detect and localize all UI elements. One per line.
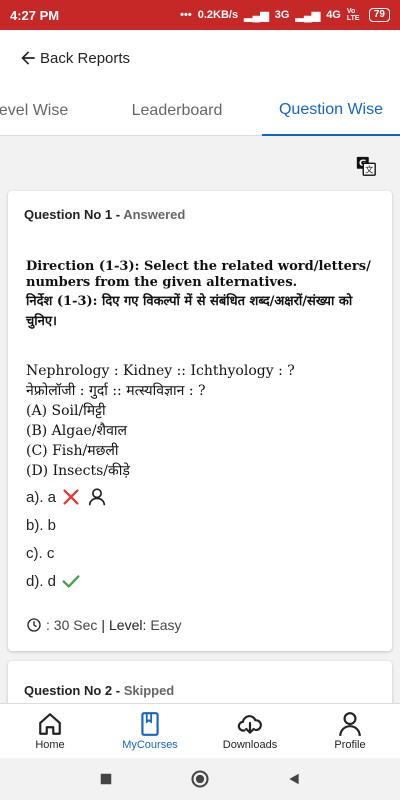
nav-mycourses-label: MyCourses (122, 739, 178, 751)
triangle-back-icon (289, 773, 299, 785)
report-tabs: Level Wise Leaderboard Question Wise (0, 86, 400, 136)
question-title: Question No 2 (24, 683, 113, 698)
question-card: Question No 2 - Skipped (8, 661, 392, 703)
question-separator: - (112, 207, 124, 222)
questions-list[interactable]: G 文 Question No 1 - Answered Direction (… (0, 137, 400, 703)
back-nav-button[interactable] (282, 767, 306, 791)
nav-home[interactable]: Home (0, 704, 100, 758)
question-english: Nephrology : Kidney :: Ichthyology : ? (26, 363, 295, 379)
nav-home-label: Home (35, 739, 65, 751)
time-value: : 30 Sec (46, 617, 98, 633)
signal-icon: ▂▄▆ (244, 9, 269, 22)
question-header: Question No 1 - Answered (24, 207, 185, 222)
network-3g: 3G (274, 9, 290, 21)
bottom-navigation: Home MyCourses Downloads Profile (0, 703, 400, 758)
answer-options: a). a b). b c). c d). d (26, 483, 366, 595)
user-icon (88, 488, 106, 506)
option-c[interactable]: c). c (26, 539, 366, 567)
nav-downloads-label: Downloads (222, 739, 278, 751)
direction-english: Direction (1-3): Select the related word… (26, 259, 371, 290)
meta-divider: | (101, 617, 106, 633)
svg-text:文: 文 (365, 164, 373, 174)
question-separator: - (112, 683, 124, 698)
net-speed: 0.2KB/s (197, 9, 239, 21)
option-b[interactable]: b). b (26, 511, 366, 539)
translate-icon[interactable]: G 文 (355, 155, 377, 177)
back-button[interactable]: Back Reports (18, 48, 130, 68)
home-icon (39, 713, 61, 735)
back-label: Back Reports (40, 49, 131, 67)
system-navigation (0, 758, 400, 800)
option-d-label: d). d (26, 572, 57, 590)
tab-leaderboard[interactable]: Leaderboard (117, 86, 237, 136)
book-icon (141, 712, 159, 736)
tab-question-wise[interactable]: Question Wise (262, 86, 400, 136)
option-a[interactable]: a). a (26, 483, 366, 511)
option-d[interactable]: d). d (26, 567, 366, 595)
volte-label: Vo LTE (346, 8, 360, 22)
clock-icon (27, 618, 41, 632)
direction-hindi: निर्देश (1-3): दिए गए विकल्पों में से सं… (26, 294, 353, 329)
status-time: 4:27 PM (10, 7, 60, 23)
question-text: Nephrology : Kidney :: Ichthyology : ? न… (26, 361, 295, 481)
question-title: Question No 1 (24, 207, 113, 222)
choice-b: (B) Algae/शैवाल (26, 423, 127, 439)
nav-downloads[interactable]: Downloads (200, 704, 300, 758)
circle-icon (191, 770, 209, 788)
status-bar: 4:27 PM ••• 0.2KB/s ▂▄▆ 3G ▂▄▆ 4G Vo LTE… (0, 0, 400, 30)
option-b-label: b). b (26, 516, 57, 534)
check-icon (62, 575, 80, 588)
square-icon (100, 773, 112, 785)
level-label: Level: (109, 617, 147, 633)
question-status: Answered (123, 207, 186, 222)
level-value: Easy (150, 617, 182, 633)
wrong-cross-icon (63, 489, 79, 505)
battery-icon: 79 (368, 8, 390, 22)
profile-icon (339, 712, 361, 737)
question-hindi: नेफ्रोलॉजी : गुर्दा :: मत्स्यविज्ञान : ? (26, 383, 206, 399)
question-header: Question No 2 - Skipped (24, 683, 174, 698)
option-c-label: c). c (26, 544, 55, 562)
option-a-label: a). a (26, 488, 57, 506)
network-4g: 4G (326, 9, 341, 21)
choice-c: (C) Fish/मछली (26, 443, 119, 459)
status-indicators: ••• 0.2KB/s ▂▄▆ 3G ▂▄▆ 4G Vo LTE 79 (180, 8, 390, 22)
choice-a: (A) Soil/मिट्टी (26, 403, 106, 419)
arrow-left-icon (21, 51, 35, 65)
recents-button[interactable] (94, 767, 118, 791)
question-status: Skipped (123, 683, 175, 698)
home-button[interactable] (188, 767, 212, 791)
app-header: Back Reports (0, 30, 400, 86)
tab-level-wise[interactable]: Level Wise (0, 86, 90, 136)
more-dots-icon: ••• (180, 9, 192, 21)
cloud-download-icon (237, 715, 262, 734)
nav-profile-label: Profile (334, 739, 366, 751)
question-card: Question No 1 - Answered Direction (1-3)… (8, 191, 392, 651)
nav-mycourses[interactable]: MyCourses (100, 704, 200, 758)
nav-profile[interactable]: Profile (300, 704, 400, 758)
choice-d: (D) Insects/कीड़े (26, 463, 130, 479)
question-meta: : 30 Sec | Level: Easy (26, 617, 182, 633)
signal-icon-2: ▂▄▆ (295, 9, 321, 22)
